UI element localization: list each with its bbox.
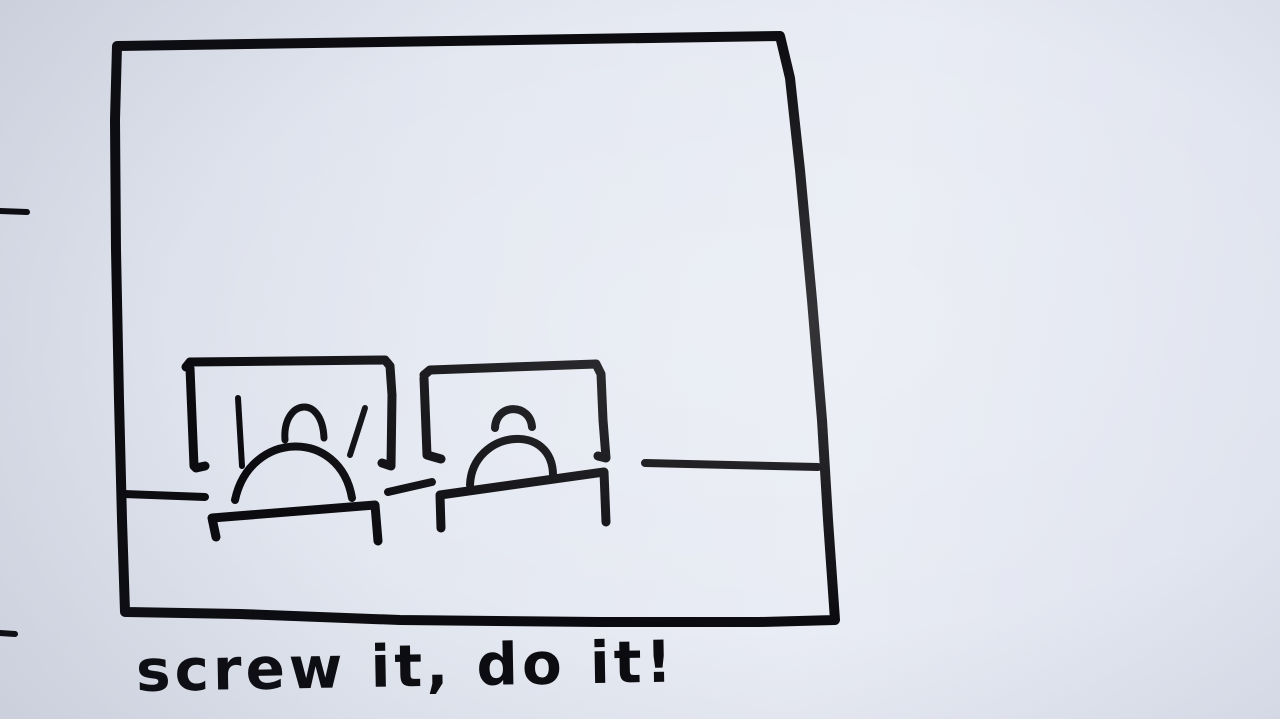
left-person-chair-left — [235, 395, 245, 469]
table-line-right — [641, 459, 822, 471]
margin-tick-bottom — [0, 630, 18, 637]
left-person-body — [231, 442, 356, 504]
sketch-photo: screw it, do it! — [0, 0, 1280, 719]
table-line-left — [120, 490, 209, 501]
table-line-middle — [384, 478, 436, 496]
margin-tick-top — [0, 208, 30, 215]
right-person-head — [491, 405, 536, 432]
storyboard-frame — [110, 31, 840, 627]
sketch-drawing — [0, 31, 840, 637]
handwritten-caption: screw it, do it! — [135, 627, 677, 705]
right-desk — [435, 467, 611, 533]
left-person-chair-right — [347, 405, 368, 458]
left-person-head — [281, 403, 328, 444]
left-desk — [207, 500, 383, 546]
